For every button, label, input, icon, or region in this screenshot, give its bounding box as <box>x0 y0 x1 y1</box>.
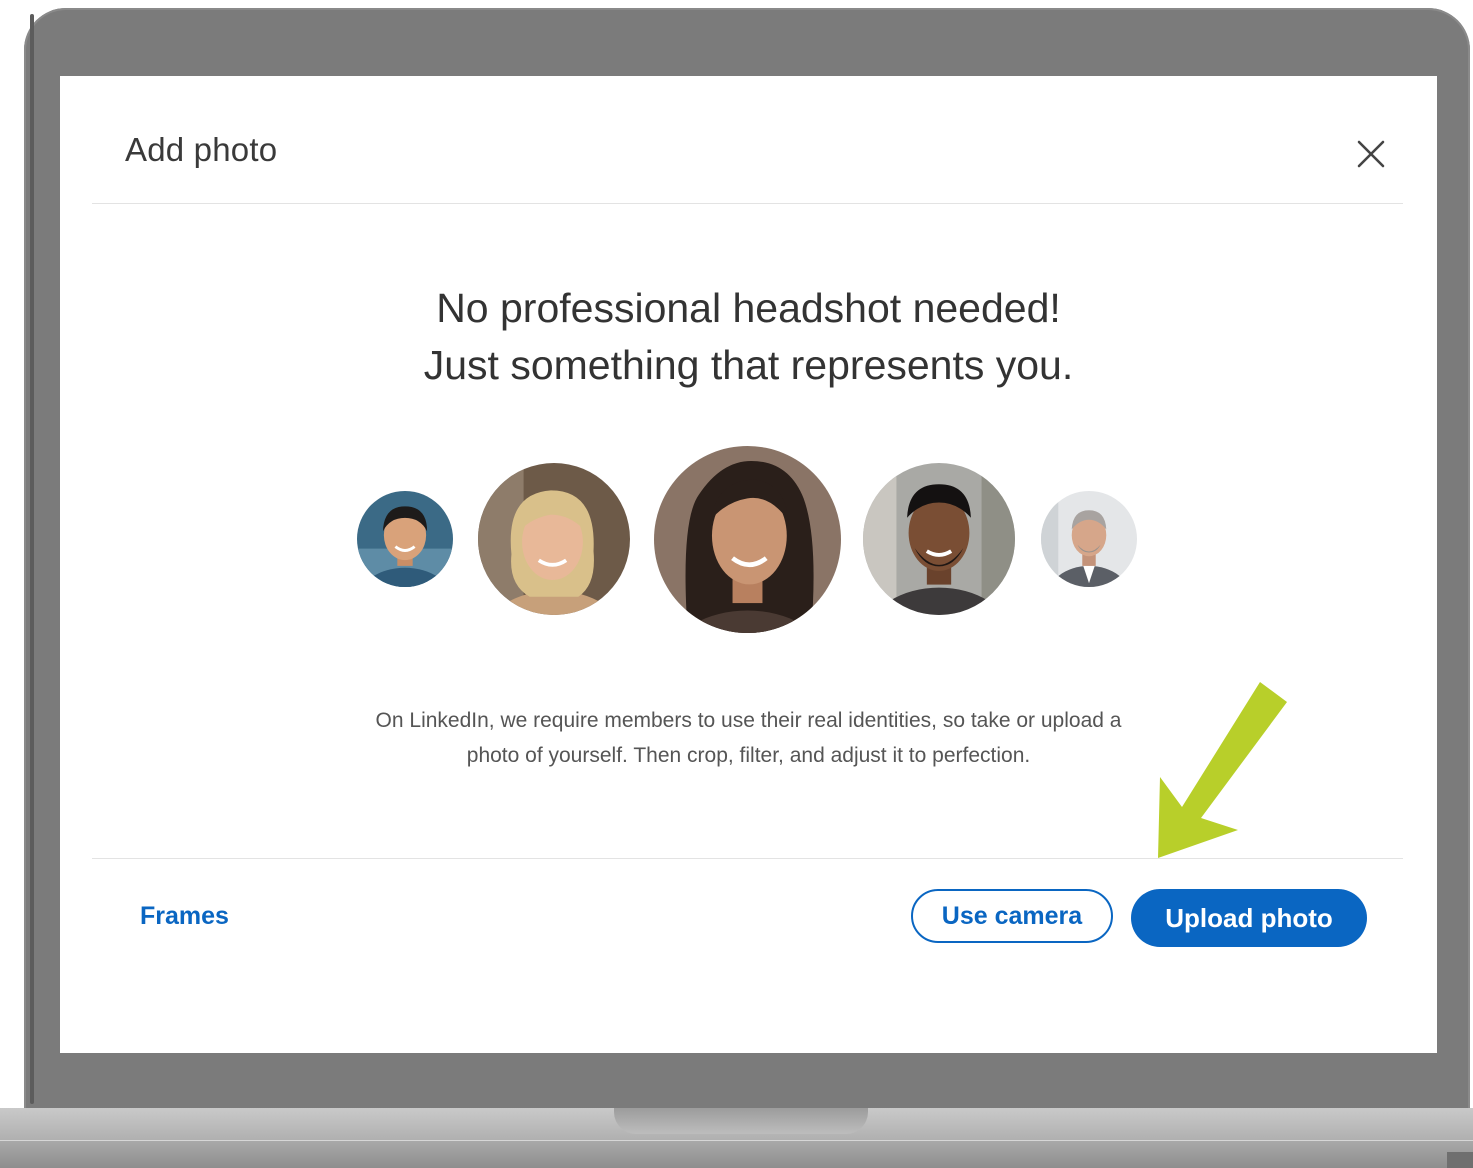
avatar-photo <box>654 446 841 633</box>
close-button[interactable] <box>1349 132 1393 176</box>
avatar-photo <box>357 491 453 587</box>
upload-photo-button[interactable]: Upload photo <box>1131 889 1367 947</box>
avatar <box>863 463 1015 615</box>
example-avatars <box>60 446 1437 636</box>
modal-header: Add photo <box>92 76 1403 204</box>
close-icon <box>1357 140 1385 168</box>
use-camera-button[interactable]: Use camera <box>911 889 1113 943</box>
avatar <box>357 491 453 587</box>
laptop-hinge-notch <box>614 1108 868 1134</box>
avatar-photo <box>1041 491 1137 587</box>
annotation-arrow-icon <box>1158 682 1287 858</box>
avatar <box>1041 491 1137 587</box>
modal-title: Add photo <box>125 131 278 168</box>
avatar <box>478 463 630 615</box>
laptop-frame: Add photo No professional headshot neede… <box>0 0 1473 1168</box>
avatar-photo <box>863 463 1015 615</box>
headline-line-1: No professional headshot needed! <box>436 285 1061 331</box>
corner-artifact <box>1447 1152 1473 1168</box>
frames-link[interactable]: Frames <box>140 902 229 931</box>
headline: No professional headshot needed! Just so… <box>60 280 1437 394</box>
avatar <box>654 446 841 633</box>
laptop-lid-edge <box>30 14 34 1104</box>
add-photo-modal: Add photo No professional headshot neede… <box>60 76 1437 1053</box>
avatar-photo <box>478 463 630 615</box>
headline-line-2: Just something that represents you. <box>423 342 1074 388</box>
laptop-base-edge <box>0 1140 1473 1168</box>
